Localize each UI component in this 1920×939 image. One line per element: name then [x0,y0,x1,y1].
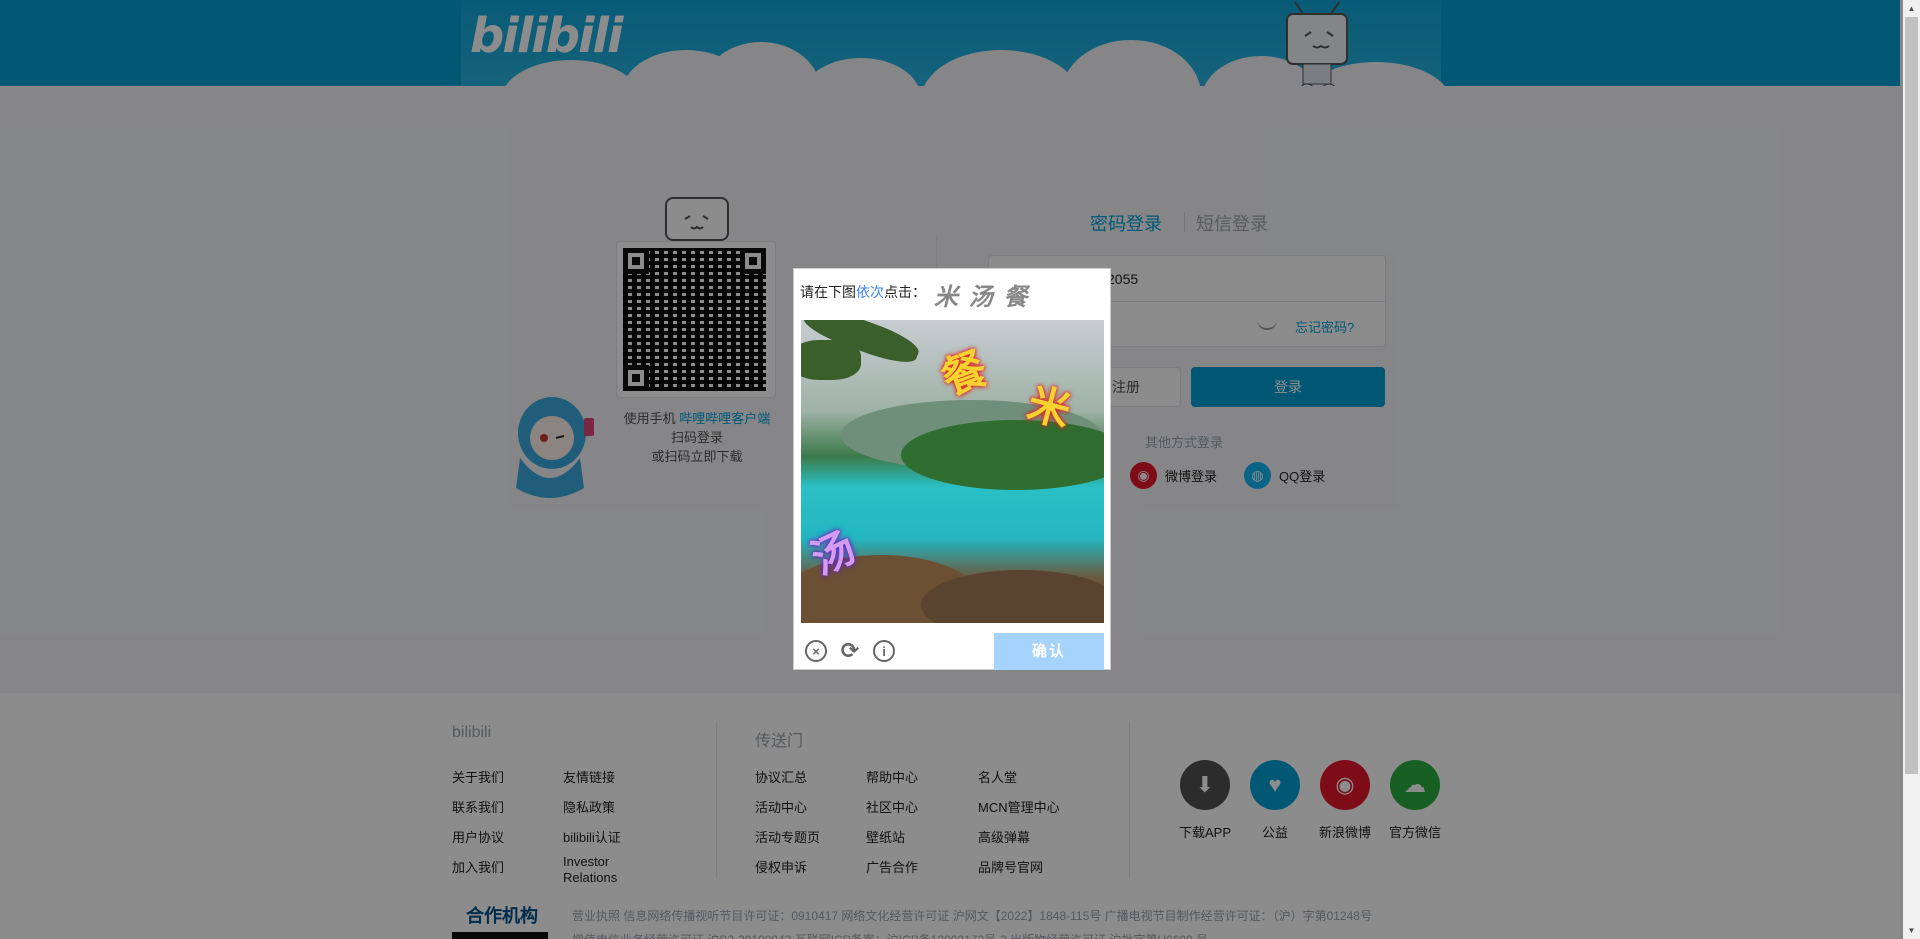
captcha-prompt-highlight: 依次 [856,284,884,300]
scroll-down-arrow-icon[interactable]: ▼ [1903,922,1920,939]
scroll-up-arrow-icon[interactable]: ▲ [1903,0,1920,17]
page-scrollbar[interactable]: ▲ ▼ [1903,0,1920,939]
captcha-char[interactable]: 餐 [931,332,994,407]
refresh-icon[interactable]: ⟳ [839,638,861,663]
info-icon[interactable]: i [873,640,895,662]
captcha-confirm-button[interactable]: 确认 [994,633,1104,670]
captcha-prompt: 请在下图依次点击： [800,282,926,302]
captcha-hill [901,420,1104,490]
captcha-target-chars: 米 汤 餐 [934,284,1030,311]
captcha-image[interactable]: 餐 米 汤 [801,320,1104,623]
captcha-prompt-prefix: 请在下图 [800,284,856,300]
scroll-thumb[interactable] [1905,17,1918,774]
captcha-prompt-suffix: 点击： [884,284,926,300]
close-icon[interactable]: × [805,640,827,662]
captcha-palm [801,340,861,380]
captcha-dialog: 请在下图依次点击： 米 汤 餐 餐 米 汤 × ⟳ i 确认 [793,268,1111,670]
captcha-toolbar: × ⟳ i 确认 [794,631,1112,671]
